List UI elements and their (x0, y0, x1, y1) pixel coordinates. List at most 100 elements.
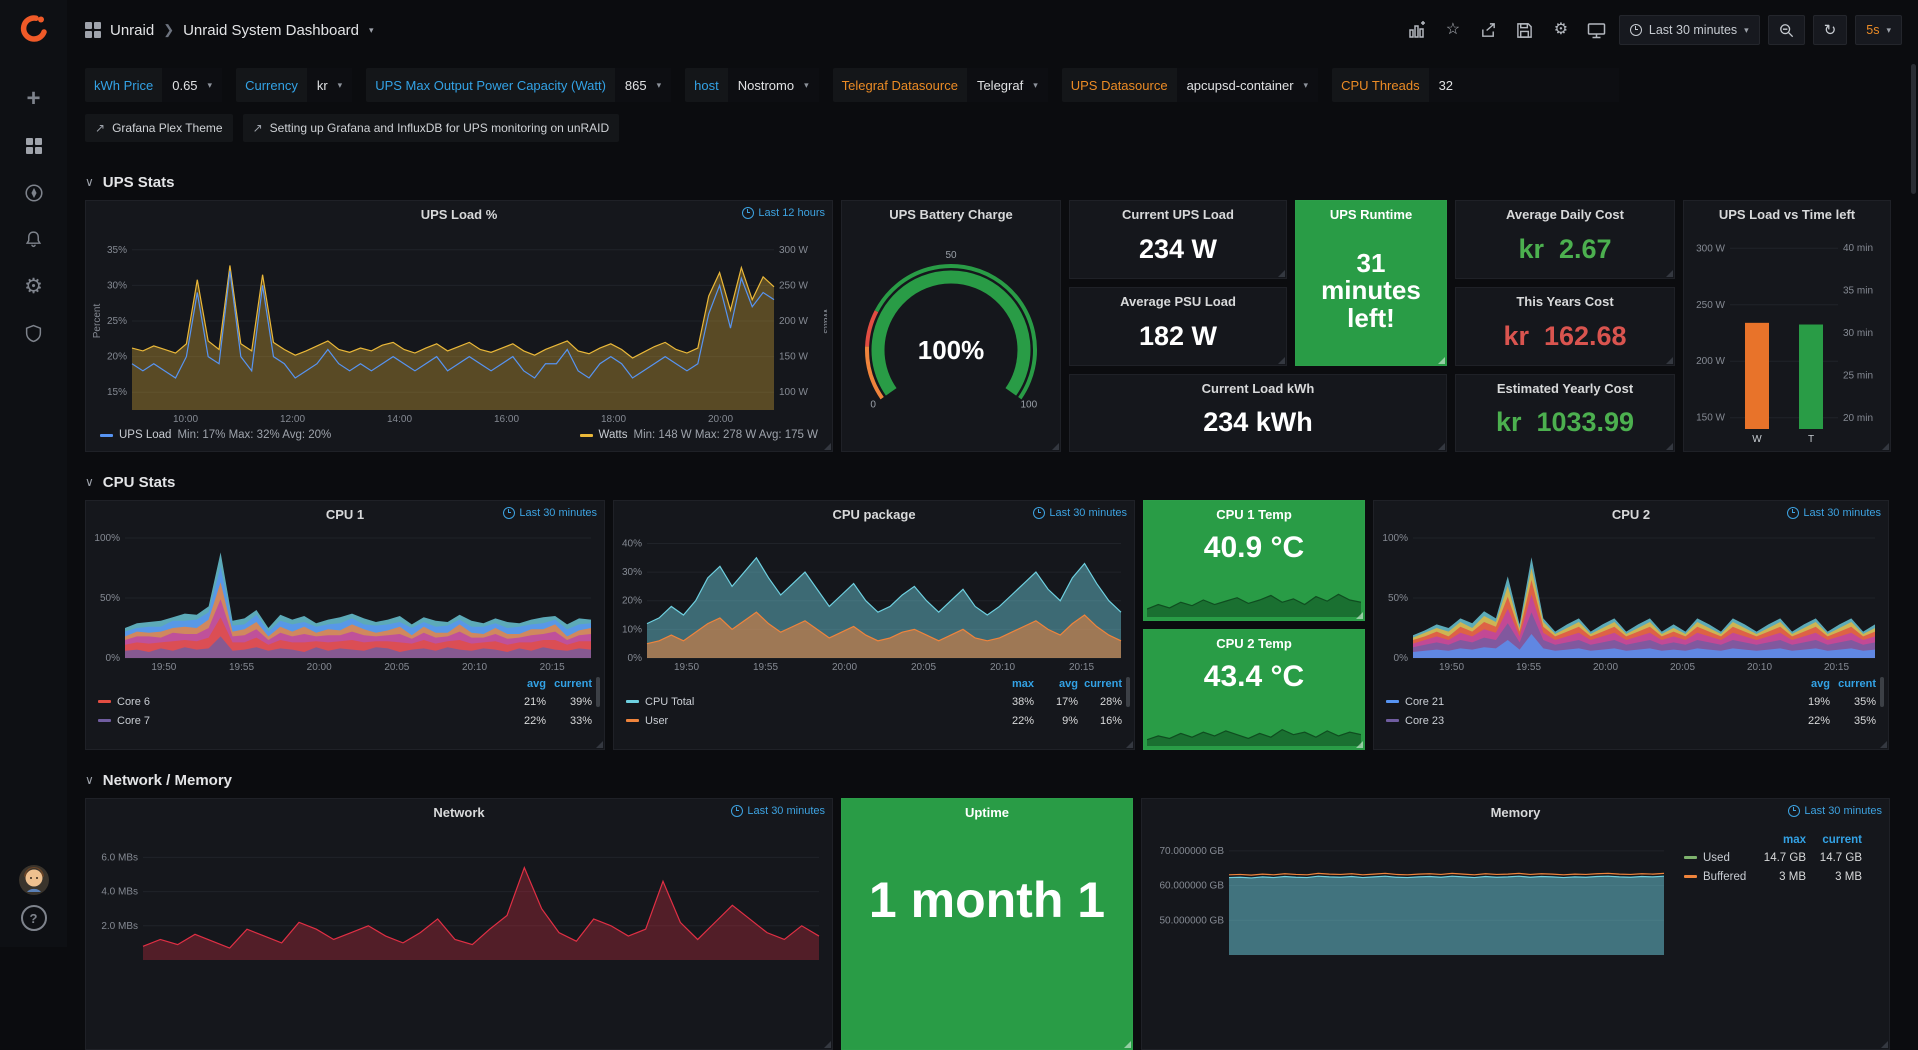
svg-text:10:00: 10:00 (173, 414, 198, 425)
row-header-network-memory[interactable]: ∨ Network / Memory (85, 764, 1891, 796)
help-icon[interactable]: ? (21, 905, 47, 931)
variable-value-dropdown[interactable]: apcupsd-container▾ (1177, 68, 1319, 102)
panel-title[interactable]: CPU 1 Temp (1216, 507, 1292, 522)
legend-series[interactable]: UPS LoadMin: 17% Max: 32% Avg: 20% (100, 429, 331, 441)
variable-value-dropdown[interactable]: Telegraf▾ (967, 68, 1048, 102)
legend-scrollbar[interactable] (1126, 677, 1130, 707)
panel-title[interactable]: UPS Load vs Time left (1719, 207, 1855, 222)
stat-value: 182 W (1070, 312, 1286, 365)
apps-grid-icon[interactable] (85, 22, 101, 38)
panel-time-range[interactable]: Last 30 minutes (503, 507, 597, 519)
panel-title[interactable]: Memory (1491, 805, 1541, 820)
panel-time-range[interactable]: Last 12 hours (742, 207, 825, 219)
svg-text:15%: 15% (107, 387, 127, 398)
variable-value-dropdown[interactable]: 865▾ (615, 68, 671, 102)
panel-time-range[interactable]: Last 30 minutes (1033, 507, 1127, 519)
create-plus-icon[interactable]: + (0, 75, 67, 122)
dashboards-icon[interactable] (0, 122, 67, 169)
add-panel-icon (1408, 21, 1426, 39)
svg-text:50.000000 GB: 50.000000 GB (1160, 915, 1225, 926)
legend-series[interactable]: Used14.7 GB14.7 GB (1684, 848, 1862, 867)
configuration-gear-icon[interactable]: ⚙ (0, 263, 67, 310)
legend-scrollbar[interactable] (1880, 677, 1884, 707)
panel-time-range[interactable]: Last 30 minutes (1788, 805, 1882, 817)
panel-title[interactable]: CPU 2 Temp (1216, 636, 1292, 651)
svg-text:20:00: 20:00 (832, 662, 857, 673)
legend-header: avgcurrent (98, 675, 592, 692)
svg-text:70.000000 GB: 70.000000 GB (1160, 846, 1225, 857)
zoom-out-button[interactable] (1768, 15, 1805, 45)
time-range-picker[interactable]: Last 30 minutes ▾ (1619, 15, 1760, 45)
legend-series[interactable]: CPU Total38%17%28% (626, 692, 1122, 711)
chart-svg: 0%50%100%19:5019:5520:0020:0520:1020:15 (1379, 527, 1883, 673)
cpu-package-chart[interactable]: 0%10%20%30%40%19:5019:5520:0020:0520:102… (619, 527, 1129, 673)
user-avatar[interactable] (19, 865, 49, 895)
save-button[interactable] (1511, 15, 1539, 45)
panel-title[interactable]: Average Daily Cost (1506, 207, 1624, 222)
star-button[interactable]: ☆ (1439, 15, 1467, 45)
panel-title[interactable]: CPU 1 (326, 507, 364, 522)
refresh-interval-picker[interactable]: 5s ▾ (1855, 15, 1902, 45)
variable-value-dropdown[interactable]: Nostromo▾ (728, 68, 819, 102)
panel-title[interactable]: Current Load kWh (1202, 381, 1315, 396)
panel-title[interactable]: Average PSU Load (1120, 294, 1236, 309)
panel-time-range[interactable]: Last 30 minutes (1787, 507, 1881, 519)
cpu1-chart[interactable]: 0%50%100%19:5019:5520:0020:0520:1020:15 (91, 527, 599, 673)
link-ups-monitoring-guide[interactable]: ↗ Setting up Grafana and InfluxDB for UP… (243, 114, 620, 142)
battery-gauge[interactable]: 050100100% (848, 229, 1054, 443)
row-header-ups-stats[interactable]: ∨ UPS Stats (85, 166, 1891, 198)
row-header-cpu-stats[interactable]: ∨ CPU Stats (85, 466, 1891, 498)
page-scrollbar[interactable] (1911, 64, 1916, 194)
cpu-threads-input[interactable]: 32 (1429, 68, 1619, 102)
explore-compass-icon[interactable] (0, 169, 67, 216)
server-admin-shield-icon[interactable] (0, 310, 67, 357)
refresh-button[interactable]: ↻ (1813, 15, 1848, 45)
chevron-down-icon[interactable]: ▾ (369, 25, 374, 36)
cycle-view-button[interactable] (1583, 15, 1611, 45)
chevron-down-icon: ▾ (804, 80, 809, 91)
external-link-icon: ↗ (95, 121, 105, 135)
legend-series[interactable]: Core 621%39% (98, 692, 592, 711)
panel-time-range[interactable]: Last 30 minutes (731, 805, 825, 817)
breadcrumb-app[interactable]: Unraid (110, 22, 154, 39)
network-chart[interactable]: 2.0 MBs4.0 MBs6.0 MBs (91, 825, 827, 975)
svg-text:12:00: 12:00 (280, 414, 305, 425)
panel-title[interactable]: UPS Battery Charge (889, 207, 1013, 222)
breadcrumb-page-title[interactable]: Unraid System Dashboard (183, 22, 359, 39)
panel-title[interactable]: UPS Runtime (1330, 207, 1412, 222)
svg-text:20:00: 20:00 (307, 662, 332, 673)
variable-value-dropdown[interactable]: 0.65▾ (162, 68, 222, 102)
link-grafana-plex-theme[interactable]: ↗ Grafana Plex Theme (85, 114, 233, 142)
ups-load-chart[interactable]: 15%20%25%30%35%Percent100 W150 W200 W250… (91, 227, 827, 425)
panel-title[interactable]: Uptime (965, 805, 1009, 820)
share-button[interactable] (1475, 15, 1503, 45)
legend-scrollbar[interactable] (596, 677, 600, 707)
variable-value-dropdown[interactable]: kr▾ (307, 68, 352, 102)
ups-load-vs-time-chart[interactable]: 150 W200 W250 W300 W20 min25 min30 min35… (1690, 229, 1884, 445)
panel-title[interactable]: Current UPS Load (1122, 207, 1234, 222)
legend-series[interactable]: Buffered3 MB3 MB (1684, 867, 1862, 886)
legend-series[interactable]: Core 2322%35% (1386, 711, 1876, 730)
alerting-bell-icon[interactable] (0, 216, 67, 263)
panel-title[interactable]: Estimated Yearly Cost (1497, 381, 1633, 396)
ups-load-legend: UPS LoadMin: 17% Max: 32% Avg: 20% WattsM… (100, 425, 818, 445)
legend-series[interactable]: WattsMin: 148 W Max: 278 W Avg: 175 W (580, 429, 818, 441)
stat-value: 234 kWh (1070, 399, 1446, 451)
add-panel-button[interactable] (1403, 15, 1431, 45)
cpu2-chart[interactable]: 0%50%100%19:5019:5520:0020:0520:1020:15 (1379, 527, 1883, 673)
svg-text:18:00: 18:00 (601, 414, 626, 425)
legend-series[interactable]: User22%9%16% (626, 711, 1122, 730)
panel-title[interactable]: This Years Cost (1516, 294, 1613, 309)
svg-text:16:00: 16:00 (494, 414, 519, 425)
chevron-down-icon: ▾ (338, 80, 343, 91)
panel-title[interactable]: UPS Load % (421, 207, 498, 222)
grafana-logo-icon[interactable] (17, 12, 51, 51)
legend-series[interactable]: Core 2119%35% (1386, 692, 1876, 711)
panel-title[interactable]: CPU package (832, 507, 915, 522)
clock-icon (503, 507, 515, 519)
panel-title[interactable]: CPU 2 (1612, 507, 1650, 522)
dashboard-settings-button[interactable]: ⚙ (1547, 15, 1575, 45)
legend-series[interactable]: Core 722%33% (98, 711, 592, 730)
panel-title[interactable]: Network (433, 805, 484, 820)
memory-chart[interactable]: 50.000000 GB60.000000 GB70.000000 GB (1147, 825, 1672, 975)
